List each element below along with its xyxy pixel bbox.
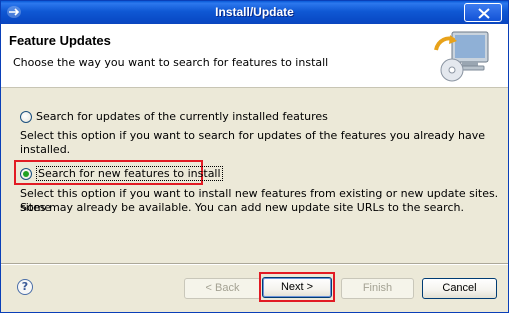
close-icon — [478, 8, 490, 19]
radio-search-new[interactable] — [20, 167, 32, 180]
next-button[interactable]: Next > — [262, 277, 332, 298]
option-search-new-description-line2: sites may already be available. You can … — [20, 201, 464, 214]
page-title: Feature Updates — [9, 33, 111, 48]
title-bar[interactable]: Install/Update — [1, 1, 508, 24]
update-wizard-icon — [432, 28, 492, 86]
window-title: Install/Update — [215, 5, 294, 19]
cancel-button[interactable]: Cancel — [422, 278, 497, 299]
finish-button[interactable]: Finish — [341, 278, 414, 299]
install-update-dialog: Install/Update Feature Updates Choose th… — [0, 0, 509, 313]
back-button[interactable]: < Back — [184, 278, 261, 299]
radio-search-updates[interactable] — [20, 110, 32, 123]
option-search-updates-description: Select this option if you want to search… — [20, 129, 485, 156]
option-search-updates-label[interactable]: Search for updates of the currently inst… — [36, 110, 328, 123]
page-description: Choose the way you want to search for fe… — [13, 56, 329, 69]
wizard-header: Feature Updates Choose the way you want … — [1, 24, 508, 88]
close-button[interactable] — [464, 3, 502, 22]
help-icon[interactable]: ? — [17, 279, 33, 295]
option-search-new-label[interactable]: Search for new features to install — [36, 166, 223, 181]
option-search-updates[interactable]: Search for updates of the currently inst… — [20, 110, 328, 123]
footer-separator — [1, 263, 508, 265]
option-search-new[interactable]: Search for new features to install — [20, 166, 223, 181]
